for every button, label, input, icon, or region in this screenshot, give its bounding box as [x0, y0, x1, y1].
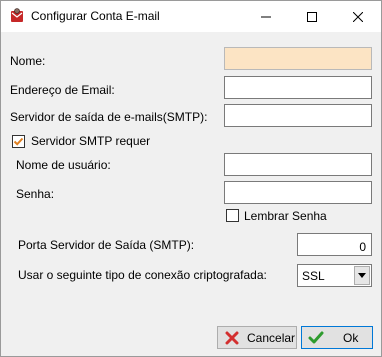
dialog-body: Nome: Endereço de Email: Servidor de saí… — [1, 32, 381, 356]
usuario-field[interactable] — [224, 153, 372, 176]
email-field[interactable] — [224, 76, 372, 99]
cripto-select[interactable]: SSL — [297, 264, 372, 287]
dialog-window: Configurar Conta E-mail Nome: Endereço d… — [0, 0, 382, 357]
cripto-select-value: SSL — [302, 269, 325, 283]
lembrar-senha-checkbox[interactable] — [226, 209, 239, 222]
minimize-button[interactable] — [243, 1, 289, 32]
senha-label: Senha: — [16, 187, 55, 201]
smtp-auth-label: Servidor SMTP requer — [31, 134, 151, 148]
cancel-button[interactable]: Cancelar — [217, 326, 297, 349]
window-title: Configurar Conta E-mail — [31, 9, 160, 23]
app-icon — [9, 8, 25, 24]
smtp-label: Servidor de saída de e-mails(SMTP): — [10, 110, 208, 124]
lembrar-senha-label: Lembrar Senha — [244, 209, 327, 223]
dropdown-arrow-icon[interactable] — [354, 266, 370, 285]
cancel-icon — [223, 329, 241, 347]
maximize-button[interactable] — [289, 1, 335, 32]
close-button[interactable] — [335, 1, 381, 32]
ok-button[interactable]: Ok — [301, 326, 373, 349]
cancel-label: Cancelar — [247, 330, 296, 345]
close-icon — [353, 11, 363, 22]
porta-field[interactable] — [297, 233, 372, 256]
title-bar[interactable]: Configurar Conta E-mail — [1, 1, 381, 32]
senha-field[interactable] — [224, 181, 372, 204]
smtp-field[interactable] — [224, 104, 372, 127]
minimize-icon — [261, 16, 271, 17]
porta-label: Porta Servidor de Saída (SMTP): — [18, 238, 195, 252]
smtp-auth-checkbox[interactable] — [12, 135, 25, 148]
maximize-icon — [307, 11, 317, 22]
email-label: Endereço de Email: — [10, 83, 115, 97]
cripto-label: Usar o seguinte tipo de conexão criptogr… — [18, 268, 267, 282]
nome-label: Nome: — [10, 54, 46, 68]
nome-field[interactable] — [224, 47, 372, 70]
usuario-label: Nome de usuário: — [16, 158, 111, 172]
ok-label: Ok — [343, 330, 359, 345]
ok-icon — [307, 329, 325, 347]
checkmark-icon — [13, 137, 24, 146]
